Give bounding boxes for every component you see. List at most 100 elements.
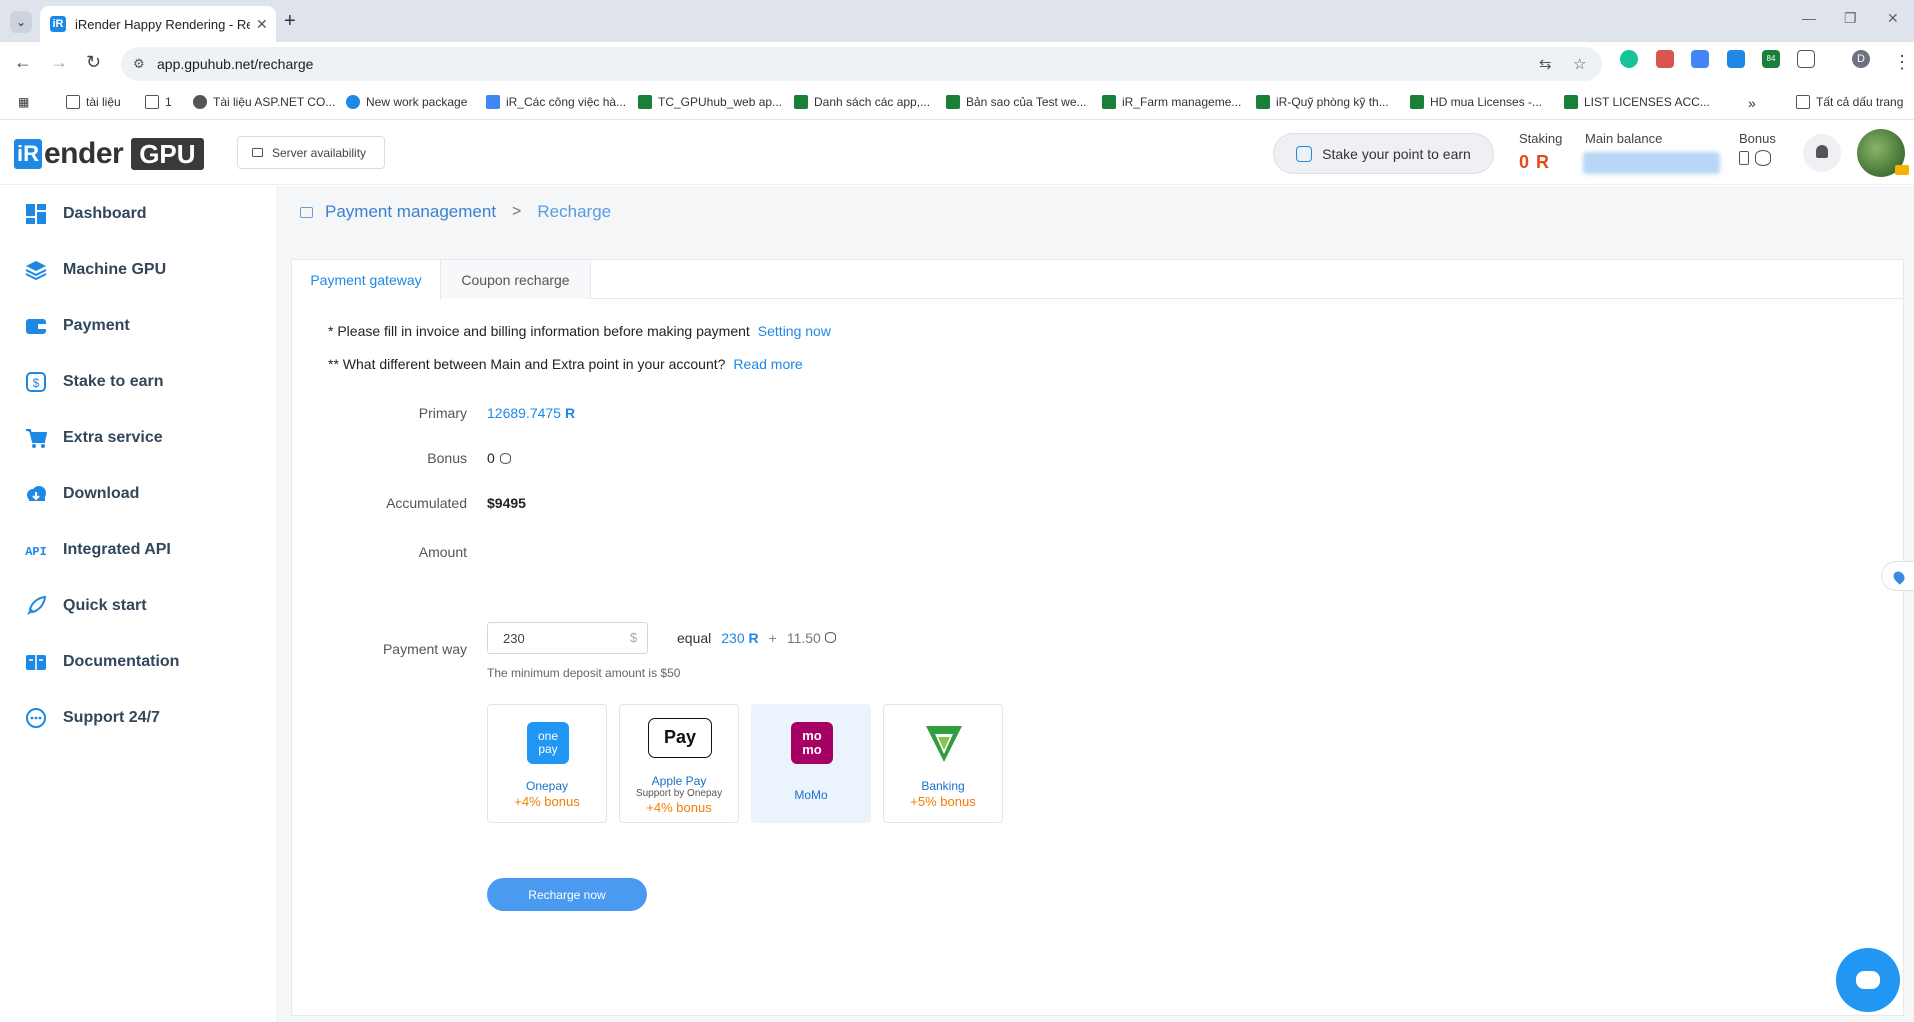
minimize-icon[interactable]: — xyxy=(1802,10,1816,26)
sidebar-item-label: Quick start xyxy=(63,597,147,614)
api-icon: API xyxy=(25,539,47,561)
sidebar-item-stake-to-earn[interactable]: $ Stake to earn xyxy=(0,362,276,402)
back-icon[interactable]: ← xyxy=(14,52,32,73)
apps-grid-icon[interactable]: ▦ xyxy=(18,95,29,109)
new-tab-button[interactable]: + xyxy=(284,10,296,33)
stake-icon xyxy=(1296,145,1313,162)
bonus-value xyxy=(1739,150,1771,166)
floating-assistant-icon[interactable] xyxy=(1881,561,1914,591)
amount-label: Amount xyxy=(418,544,467,560)
server-availability-button[interactable]: Server availability xyxy=(237,136,385,169)
address-bar[interactable]: ⚙ app.gpuhub.net/recharge ⇆ ☆ xyxy=(121,47,1602,81)
layers-icon xyxy=(25,259,47,281)
user-avatar[interactable] xyxy=(1857,129,1909,177)
coin-stack-icon xyxy=(1755,150,1771,166)
profile-avatar[interactable]: D xyxy=(1852,50,1870,68)
tab-payment-gateway[interactable]: Payment gateway xyxy=(292,260,441,300)
sheets-extension-icon[interactable]: 84 xyxy=(1762,50,1780,68)
bookmark-star-icon[interactable]: ☆ xyxy=(1573,55,1586,73)
url-text[interactable]: app.gpuhub.net/recharge xyxy=(157,56,313,72)
recharge-now-button[interactable]: Recharge now xyxy=(487,878,647,911)
close-window-icon[interactable]: ✕ xyxy=(1887,10,1899,27)
sidebar-item-machine-gpu[interactable]: Machine GPU xyxy=(0,250,276,290)
bookmark-item[interactable]: tài liệu xyxy=(66,95,121,109)
rocket-icon xyxy=(25,595,47,617)
amount-input[interactable] xyxy=(487,622,648,654)
bookmark-item[interactable]: LIST LICENSES ACC... xyxy=(1564,95,1710,109)
bookmarks-bar: ▦ tài liệu 1 Tài liệu ASP.NET CO... New … xyxy=(0,86,1914,120)
screen-capture-extension-icon[interactable] xyxy=(1656,50,1674,68)
read-more-link[interactable]: Read more xyxy=(733,356,802,372)
site-info-icon[interactable]: ⚙ xyxy=(133,56,145,72)
sidebar-item-dashboard[interactable]: Dashboard xyxy=(0,194,276,234)
bookmark-item[interactable]: TC_GPUhub_web ap... xyxy=(638,95,782,109)
breadcrumb-payment-management[interactable]: Payment management xyxy=(325,202,496,222)
payment-option-banking[interactable]: Banking +5% bonus xyxy=(883,704,1003,823)
bookmark-item[interactable]: iR_Các công việc hà... xyxy=(486,95,626,109)
bookmark-item[interactable]: HD mua Licenses -... xyxy=(1410,95,1542,109)
main-content: Payment management > Recharge Payment ga… xyxy=(276,186,1914,1022)
live-chat-button[interactable] xyxy=(1836,948,1900,1012)
forward-icon[interactable]: → xyxy=(50,52,68,73)
reload-icon[interactable]: ↻ xyxy=(86,52,101,73)
sidebar-item-integrated-api[interactable]: API Integrated API xyxy=(0,530,276,570)
browser-tab[interactable]: iR iRender Happy Rendering - Ren ✕ xyxy=(40,6,276,42)
docs-icon xyxy=(486,95,500,109)
payment-option-momo[interactable]: mo mo MoMo xyxy=(751,704,871,823)
bookmark-item[interactable]: New work package xyxy=(346,95,467,109)
dashboard-icon xyxy=(25,203,47,225)
currency-suffix: $ xyxy=(630,630,638,645)
folder-icon xyxy=(1796,95,1810,109)
extensions-puzzle-icon[interactable] xyxy=(1797,50,1815,68)
grammarly-extension-icon[interactable] xyxy=(1620,50,1638,68)
sheets-icon xyxy=(638,95,652,109)
equal-points: 230 R xyxy=(721,630,759,646)
onepay-logo: one pay xyxy=(527,722,569,764)
bookmark-item[interactable]: iR-Quỹ phòng kỹ th... xyxy=(1256,95,1389,109)
folder-icon xyxy=(66,95,80,109)
bonus-label: Bonus xyxy=(1739,131,1776,146)
tab-search-button[interactable]: ⌄ xyxy=(10,11,32,33)
browser-tab-strip: ⌄ iR iRender Happy Rendering - Ren ✕ + —… xyxy=(0,0,1914,42)
stake-points-button[interactable]: Stake your point to earn xyxy=(1273,133,1494,174)
sidebar-item-payment[interactable]: Payment xyxy=(0,306,276,346)
min-deposit-note: The minimum deposit amount is $50 xyxy=(487,666,681,680)
sidebar-item-label: Integrated API xyxy=(63,541,171,558)
sidebar-item-documentation[interactable]: Documentation xyxy=(0,642,276,682)
payment-option-apple-pay[interactable]: Pay Apple Pay Support by Onepay +4% bonu… xyxy=(619,704,739,823)
folder-icon xyxy=(145,95,159,109)
bookmark-item[interactable]: Danh sách các app,... xyxy=(794,95,930,109)
translate-extension-icon[interactable] xyxy=(1691,50,1709,68)
sidebar-item-label: Support 24/7 xyxy=(63,709,160,726)
sidebar-item-download[interactable]: Download xyxy=(0,474,276,514)
sidebar-item-quick-start[interactable]: Quick start xyxy=(0,586,276,626)
droplet-extension-icon[interactable] xyxy=(1727,50,1745,68)
notification-bell-icon[interactable] xyxy=(1803,134,1841,172)
restore-icon[interactable]: ❐ xyxy=(1844,10,1857,27)
all-bookmarks-folder[interactable]: Tất cả dấu trang xyxy=(1796,95,1903,109)
difference-note: ** What different between Main and Extra… xyxy=(328,356,803,372)
sidebar-item-label: Machine GPU xyxy=(63,261,167,278)
bookmark-item[interactable]: iR_Farm manageme... xyxy=(1102,95,1241,109)
accumulated-value: $9495 xyxy=(487,495,526,511)
irender-logo[interactable]: iR ender GPU xyxy=(14,137,204,171)
browser-menu-icon[interactable]: ⋮ xyxy=(1893,52,1911,73)
bookmark-item[interactable]: 1 xyxy=(145,95,172,109)
sheets-icon xyxy=(1410,95,1424,109)
bonus-row-value: 0 xyxy=(487,450,511,466)
more-bookmarks-icon[interactable]: » xyxy=(1748,95,1756,111)
sidebar-item-extra-service[interactable]: Extra service xyxy=(0,418,276,458)
bookmark-item[interactable]: Bản sao của Test we... xyxy=(946,95,1087,109)
tab-coupon-recharge[interactable]: Coupon recharge xyxy=(441,260,591,299)
tab-close-icon[interactable]: ✕ xyxy=(256,16,268,33)
sidebar: Dashboard Machine GPU Payment $ Stake to ear… xyxy=(0,186,276,1022)
translate-icon[interactable]: ⇆ xyxy=(1539,55,1552,73)
card-icon xyxy=(300,206,313,218)
bookmark-item[interactable]: Tài liệu ASP.NET CO... xyxy=(193,95,335,109)
accumulated-label: Accumulated xyxy=(386,495,467,511)
sheets-icon xyxy=(1256,95,1270,109)
setting-now-link[interactable]: Setting now xyxy=(758,323,831,339)
payment-option-onepay[interactable]: one pay Onepay +4% bonus xyxy=(487,704,607,823)
vietcombank-logo xyxy=(926,726,962,762)
sidebar-item-support-24-7[interactable]: Support 24/7 xyxy=(0,698,276,738)
